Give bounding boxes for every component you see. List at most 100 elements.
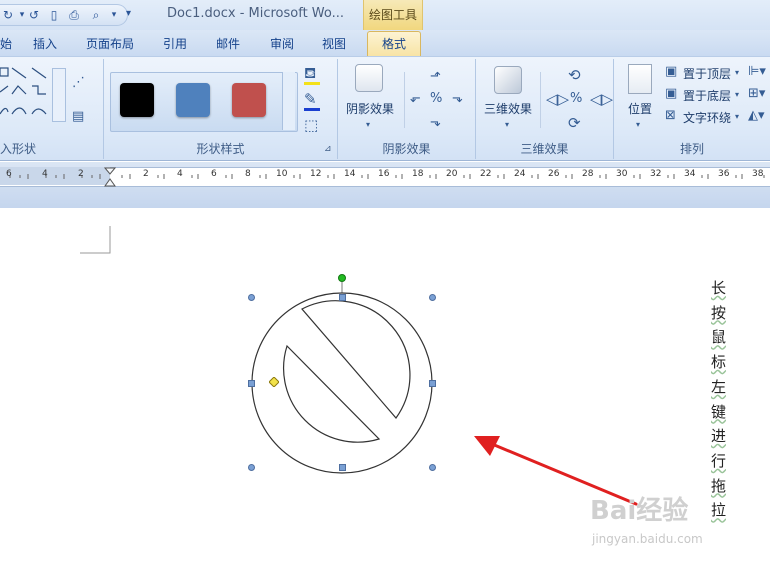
baidu-watermark-logo: Bai经验: [590, 496, 689, 526]
ruler-number: 22: [480, 169, 492, 179]
baidu-watermark-url: jingyan.baidu.com: [592, 532, 703, 546]
indent-marker-icon[interactable]: [104, 167, 116, 187]
tab-review[interactable]: 审阅: [270, 35, 294, 52]
text-char: 拉: [711, 501, 727, 520]
group-label: 排列: [679, 142, 704, 156]
text-char: 标: [711, 353, 727, 372]
3d-toggle-icon[interactable]: %: [570, 92, 582, 106]
text-wrap-icon: ⊠: [665, 108, 676, 123]
drawing-tools-context-header: 绘图工具: [363, 0, 423, 30]
chevron-down-icon: ▾: [636, 120, 641, 129]
ruler-number: 8: [245, 169, 251, 179]
3d-effects-button[interactable]: 三维效果: [484, 100, 532, 117]
ruler-number: 10: [276, 169, 288, 179]
dialog-launcher-icon[interactable]: ⊿: [324, 144, 332, 154]
chevron-down-icon: ▾: [505, 120, 510, 129]
ruler-number: 4: [42, 169, 48, 179]
style-swatch-blue[interactable]: [176, 83, 210, 117]
nudge-shadow-left-icon[interactable]: ⬐: [410, 92, 421, 106]
ruler-number: 26: [548, 169, 560, 179]
chevron-down-icon: ▾: [735, 90, 740, 99]
tab-format[interactable]: 格式: [367, 31, 421, 57]
ruler-number: 38: [752, 169, 764, 179]
tab-home[interactable]: 始: [0, 35, 12, 52]
ruler-number: 24: [514, 169, 526, 179]
position-icon[interactable]: [628, 64, 652, 94]
tab-mailings[interactable]: 邮件: [216, 35, 240, 52]
tilt-right-icon[interactable]: ◁▷: [590, 92, 613, 107]
resize-handle-top-left[interactable]: [248, 294, 255, 301]
ruler-number: 2: [143, 169, 149, 179]
quick-access-toolbar: ↻ ▾ ↺ ▯ ⎙ ⌕ ▾: [0, 4, 128, 26]
separator: [540, 72, 541, 128]
ruler-number: 14: [344, 169, 356, 179]
group-objects-icon[interactable]: ⊞▾: [748, 87, 765, 101]
text-char: 进: [711, 427, 727, 446]
dropdown-arrow-icon[interactable]: ▾: [106, 7, 122, 23]
tab-insert[interactable]: 插入: [33, 35, 57, 52]
nudge-shadow-down-icon[interactable]: ⬎: [430, 116, 441, 130]
new-document-icon[interactable]: ▯: [46, 7, 62, 23]
tab-page-layout[interactable]: 页面布局: [86, 35, 134, 52]
textbox-icon[interactable]: ▤: [72, 110, 84, 124]
tab-references[interactable]: 引用: [163, 35, 187, 52]
style-gallery-scroll[interactable]: [282, 72, 295, 130]
customize-qat-icon[interactable]: ▾: [126, 8, 131, 19]
adjust-handle[interactable]: [269, 377, 279, 387]
context-header-label: 绘图工具: [368, 8, 417, 22]
chevron-down-icon: ▾: [366, 120, 371, 129]
nudge-shadow-up-icon[interactable]: ⬏: [430, 70, 441, 84]
text-char: 按: [711, 303, 727, 322]
send-to-back-button[interactable]: 置于底层: [683, 87, 731, 104]
print-icon[interactable]: ⎙: [66, 7, 82, 23]
text-char: 长: [711, 279, 727, 297]
shadow-effects-icon[interactable]: [355, 64, 383, 92]
text-char: 鼠: [711, 328, 727, 347]
tab-view[interactable]: 视图: [322, 35, 346, 52]
shape-fill-icon[interactable]: ⛾: [304, 66, 316, 81]
tilt-down-icon[interactable]: ⟳: [568, 116, 581, 131]
style-swatch-red[interactable]: [232, 83, 266, 117]
shape-outline-icon[interactable]: ✎: [304, 92, 317, 107]
chevron-down-icon: ▾: [735, 68, 740, 77]
rotate-handle[interactable]: [338, 274, 346, 282]
resize-handle-left[interactable]: [248, 380, 255, 387]
edit-shape-icon[interactable]: ⋰: [72, 76, 85, 90]
resize-handle-right[interactable]: [429, 380, 436, 387]
bring-to-front-icon: ▣: [665, 64, 678, 79]
ruler-number: 2: [78, 169, 84, 179]
undo-icon[interactable]: ↺: [26, 7, 42, 23]
ruler-number: 32: [650, 169, 662, 179]
resize-handle-bottom-right[interactable]: [429, 464, 436, 471]
ruler-number: 4: [177, 169, 183, 179]
align-icon[interactable]: ⊫▾: [748, 65, 766, 79]
ruler-number: 34: [684, 169, 696, 179]
ruler-number: 28: [582, 169, 594, 179]
group-label: 入形状: [0, 142, 37, 156]
resize-handle-top-right[interactable]: [429, 294, 436, 301]
document-title: Doc1.docx - Microsoft Wo...: [167, 6, 345, 21]
group-label: 形状样式: [196, 142, 245, 156]
rotate-icon[interactable]: ◭▾: [748, 109, 765, 123]
text-wrap-button[interactable]: 文字环绕: [683, 109, 731, 126]
3d-effects-icon[interactable]: [494, 66, 522, 94]
resize-handle-bottom[interactable]: [339, 464, 346, 471]
print-preview-icon[interactable]: ⌕: [88, 7, 104, 23]
group-label: 三维效果: [520, 142, 569, 156]
text-char: 左: [711, 377, 727, 396]
text-char: 键: [711, 402, 727, 421]
change-shape-icon[interactable]: ⬚: [304, 118, 318, 133]
fill-color-bar: [304, 82, 320, 85]
shadow-toggle-icon[interactable]: %: [430, 92, 442, 106]
style-swatch-black[interactable]: [120, 83, 154, 117]
position-button[interactable]: 位置: [628, 100, 652, 117]
bring-to-front-button[interactable]: 置于顶层: [683, 65, 731, 82]
shapes-gallery-scroll[interactable]: [52, 68, 66, 122]
shadow-effects-button[interactable]: 阴影效果: [346, 100, 394, 117]
tilt-up-icon[interactable]: ⟲: [568, 68, 581, 83]
tilt-left-icon[interactable]: ◁▷: [546, 92, 569, 107]
no-symbol-shape[interactable]: [240, 270, 450, 480]
nudge-shadow-right-icon[interactable]: ⬎: [452, 92, 463, 106]
resize-handle-top[interactable]: [339, 294, 346, 301]
resize-handle-bottom-left[interactable]: [248, 464, 255, 471]
